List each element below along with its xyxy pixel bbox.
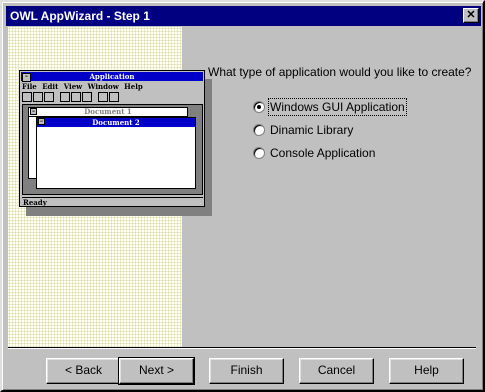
mini-toolbar-button	[60, 92, 70, 102]
mini-toolbar-button	[22, 92, 32, 102]
help-button[interactable]: Help	[389, 358, 464, 384]
mini-toolbar-button	[44, 92, 54, 102]
button-separator	[8, 347, 476, 349]
radio-selected-dot	[257, 105, 261, 109]
mini-toolbar-button	[71, 92, 81, 102]
mini-document-2: – Document 2	[36, 117, 196, 189]
cancel-button[interactable]: Cancel	[299, 358, 374, 384]
mini-system-menu-icon: –	[22, 73, 31, 82]
mini-document-2-title: Document 2	[92, 118, 140, 127]
mini-toolbar-button	[98, 92, 108, 102]
mini-toolbar-button	[82, 92, 92, 102]
mini-menu-view: View	[63, 82, 83, 91]
mini-mdi-client: – Document 1 – Document 2	[22, 104, 203, 195]
mini-app-title: Application	[89, 72, 135, 81]
close-icon: ✕	[466, 9, 476, 21]
mini-document-1-title: Document 1	[84, 107, 132, 116]
question-label: What type of application would you like …	[208, 65, 472, 79]
mini-app-titlebar: – Application	[21, 72, 203, 82]
mini-doc-system-icon: –	[38, 118, 45, 125]
title-bar[interactable]: OWL AppWizard - Step 1 ✕	[6, 6, 481, 26]
option-label[interactable]: Windows GUI Application	[268, 98, 407, 116]
mini-status-bar: Ready	[22, 197, 203, 207]
radio-button[interactable]	[253, 101, 265, 113]
mini-menu-edit: Edit	[42, 82, 59, 91]
mini-document-1-titlebar: – Document 1	[29, 108, 187, 117]
mini-menu-window: Window	[87, 82, 119, 91]
radio-button[interactable]	[253, 124, 265, 136]
window-title: OWL AppWizard - Step 1	[10, 9, 150, 23]
close-button[interactable]: ✕	[463, 8, 479, 23]
mini-menu-bar: File Edit View Window Help	[22, 82, 146, 91]
mini-menu-help: Help	[124, 82, 143, 91]
mini-document-2-titlebar: – Document 2	[37, 118, 195, 127]
finish-button[interactable]: Finish	[209, 358, 284, 384]
mini-doc-system-icon: –	[30, 108, 37, 115]
mini-toolbar-button	[109, 92, 119, 102]
mini-toolbar	[22, 92, 204, 103]
mini-toolbar-button	[33, 92, 43, 102]
radio-button[interactable]	[253, 147, 265, 159]
option-label[interactable]: Console Application	[269, 145, 376, 161]
next-button[interactable]: Next >	[118, 357, 195, 385]
mini-menu-file: File	[22, 82, 37, 91]
back-button[interactable]: < Back	[46, 358, 121, 384]
option-label[interactable]: Dinamic Library	[269, 122, 354, 138]
mini-application-illustration: – Application File Edit View Window Help…	[19, 70, 205, 207]
